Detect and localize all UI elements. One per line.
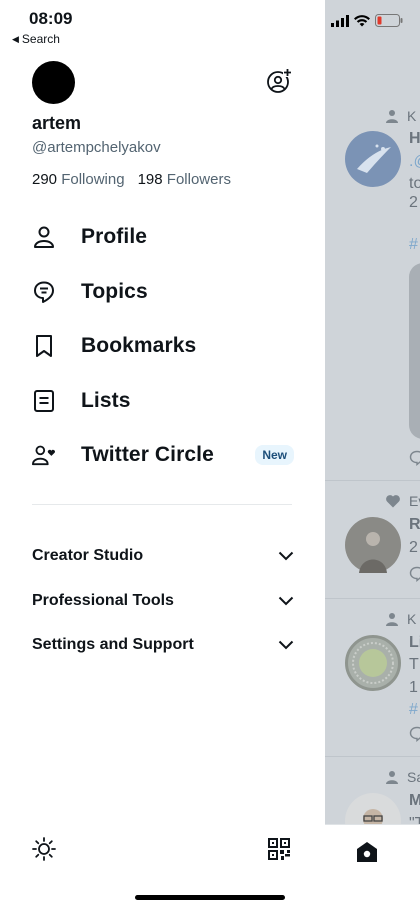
section-label: Creator Studio <box>32 547 144 565</box>
topics-icon <box>32 280 56 304</box>
menu-item-label: Lists <box>81 388 131 412</box>
following-label: Following <box>61 171 125 188</box>
followers-label: Followers <box>166 171 231 188</box>
tweet-text: 1 <box>409 679 418 696</box>
home-indicator <box>135 895 285 900</box>
tweet-avatar <box>345 131 401 187</box>
person-icon <box>386 110 398 123</box>
tweet-author: Li <box>409 634 420 651</box>
circle-people-icon <box>32 443 56 467</box>
tweet-author: R <box>409 516 420 533</box>
menu-item-label: Bookmarks <box>81 334 197 358</box>
menu-item-lists[interactable]: Lists <box>32 374 294 429</box>
tweet-media[interactable] <box>409 263 420 439</box>
section-label: Professional Tools <box>32 591 174 609</box>
person-icon <box>386 771 398 784</box>
bookmark-icon <box>32 334 56 358</box>
follow-counts: 290 Following 198 Followers <box>32 171 231 188</box>
navigation-drawer: 08:09 ◀ Search artem @artempchelyakov 29… <box>0 0 325 909</box>
tweet-text: 2 <box>409 539 418 556</box>
tweet-context-text: K <box>407 611 417 627</box>
section-settings-and-support[interactable]: Settings and Support <box>32 623 294 668</box>
menu-item-label: Topics <box>81 279 148 303</box>
tweet-hashtag[interactable]: # <box>409 701 418 719</box>
expandable-sections: Creator Studio Professional Tools Settin… <box>32 534 294 668</box>
tweet-text: to <box>409 175 420 192</box>
tweet-context-text: K <box>407 108 417 124</box>
chevron-down-icon <box>278 641 294 650</box>
timeline-tweet[interactable]: K H .@ to 2 # <box>325 96 420 481</box>
tweet-context-text: Ev <box>409 493 420 509</box>
following-count: 290 <box>32 171 58 188</box>
battery-icon <box>375 14 403 27</box>
avatar[interactable] <box>32 61 75 104</box>
user-handle: @artempchelyakov <box>32 139 161 156</box>
back-to-search-button[interactable]: ◀ Search <box>12 32 60 46</box>
avatar-coin-icon <box>352 642 394 684</box>
heart-icon <box>386 495 400 508</box>
tweet-hashtag[interactable]: # <box>409 236 418 254</box>
tweet-avatar <box>345 517 401 573</box>
reply-icon[interactable] <box>409 726 420 742</box>
status-icons <box>331 14 403 27</box>
menu-item-label: Twitter Circle <box>81 443 214 467</box>
menu-item-bookmarks[interactable]: Bookmarks <box>32 319 294 374</box>
tweet-context-text: Sa <box>407 769 420 785</box>
tweet-text: 2 <box>409 194 418 211</box>
following-link[interactable]: 290 Following <box>32 171 125 188</box>
tweet-context: Sa <box>385 769 420 785</box>
tweet-context: Ev <box>385 493 420 509</box>
qr-code-icon[interactable] <box>268 838 290 860</box>
status-time: 08:09 <box>29 9 73 28</box>
tweet-mention[interactable]: .@ <box>409 153 420 171</box>
home-icon[interactable] <box>355 840 379 864</box>
add-account-icon[interactable] <box>266 68 292 94</box>
menu-item-topics[interactable]: Topics <box>32 265 294 320</box>
avatar-logo-icon <box>357 144 391 173</box>
section-professional-tools[interactable]: Professional Tools <box>32 579 294 624</box>
new-badge: New <box>255 445 294 466</box>
tweet-author: M <box>409 792 420 809</box>
tab-bar <box>325 824 420 909</box>
person-icon <box>32 225 56 249</box>
followers-link[interactable]: 198 Followers <box>138 171 231 188</box>
avatar-photo-icon <box>359 532 387 573</box>
followers-count: 198 <box>137 171 163 188</box>
tweet-text: T <box>409 656 419 673</box>
reply-icon[interactable] <box>409 566 420 582</box>
tweet-context: K <box>385 108 416 124</box>
timeline-tweet[interactable]: Ev R 2 <box>325 481 420 599</box>
tweet-context: K <box>385 611 416 627</box>
back-arrow-icon: ◀ <box>12 33 19 44</box>
person-icon <box>386 613 398 626</box>
chevron-down-icon <box>278 596 294 606</box>
section-label: Settings and Support <box>32 636 194 654</box>
display-name[interactable]: artem <box>32 113 81 134</box>
brightness-icon[interactable] <box>32 837 56 861</box>
drawer-menu: Profile Topics Bookmarks Lists Twitter C… <box>32 210 294 483</box>
list-icon <box>32 389 56 413</box>
tweet-avatar <box>345 635 401 691</box>
wifi-icon <box>354 14 370 26</box>
divider <box>32 504 292 505</box>
tweet-author: H <box>409 130 420 147</box>
menu-item-twitter-circle[interactable]: Twitter Circle New <box>32 428 294 483</box>
chevron-down-icon <box>278 552 294 561</box>
timeline-tweet[interactable]: K Li T 1 # <box>325 599 420 757</box>
menu-item-label: Profile <box>81 225 148 249</box>
back-search-label: Search <box>21 32 60 46</box>
menu-item-profile[interactable]: Profile <box>32 210 294 265</box>
section-creator-studio[interactable]: Creator Studio <box>32 534 294 579</box>
reply-icon[interactable] <box>409 450 420 466</box>
timeline-overlay[interactable]: K H .@ to 2 # Ev R 2 K Li T <box>325 0 420 909</box>
signal-icon <box>331 14 349 27</box>
